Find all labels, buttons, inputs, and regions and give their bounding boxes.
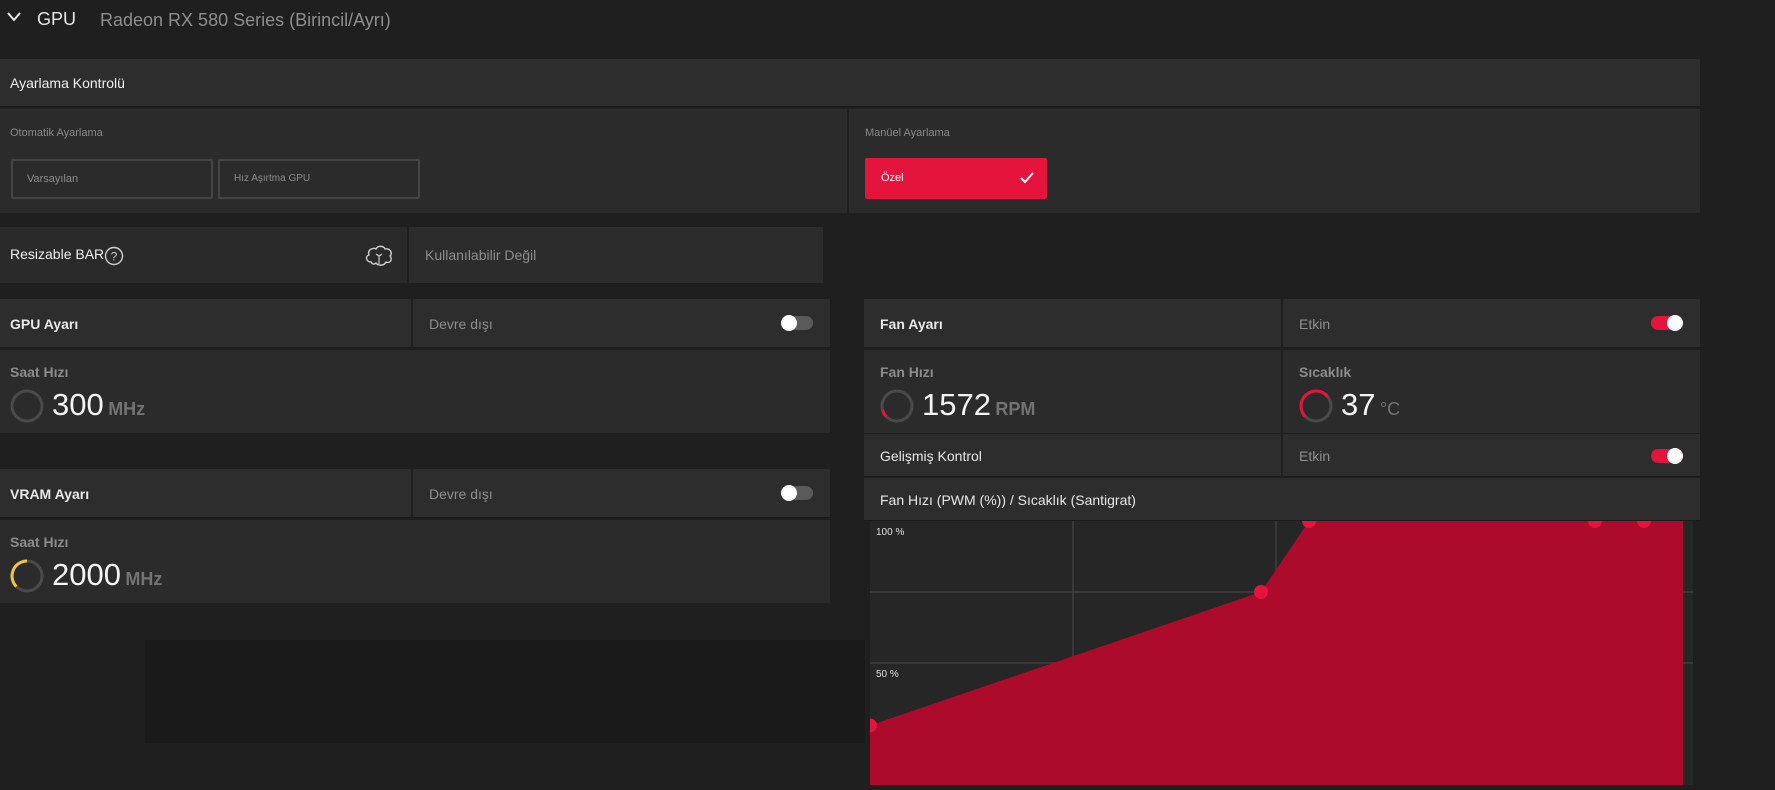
temperature-readout: 37 °C: [1341, 387, 1400, 423]
gpu-clock-readout: 300 MHz: [52, 387, 145, 423]
fan-tuning-state-panel: Etkin: [1283, 299, 1700, 348]
svg-text:?: ?: [111, 250, 118, 264]
temperature-panel: Sıcaklık 37 °C: [1283, 350, 1700, 433]
chevron-down-icon[interactable]: [6, 10, 22, 24]
fan-speed-gauge-icon: [880, 389, 914, 423]
background-overlay: [145, 640, 865, 743]
vram-clock-value: 2000: [52, 557, 121, 592]
fan-curve-chart[interactable]: 100 % 50 %: [863, 514, 1693, 785]
vram-clock-gauge-icon: [10, 559, 44, 593]
fan-curve-header: Fan Hızı (PWM (%)) / Sıcaklık (Santigrat…: [864, 478, 1700, 521]
fan-speed-label: Fan Hızı: [880, 364, 934, 380]
custom-preset-button[interactable]: Özel: [865, 158, 1047, 199]
temperature-value: 37: [1341, 387, 1376, 422]
gpu-clock-value: 300: [52, 387, 104, 422]
tuning-control-header: Ayarlama Kontrolü: [0, 59, 1700, 107]
gpu-clock-label: Saat Hızı: [10, 364, 69, 380]
fan-tuning-header: Fan Ayarı: [864, 299, 1281, 348]
vram-tuning-header: VRAM Ayarı: [0, 469, 411, 518]
resizable-bar-status: Kullanılabilir Değil: [425, 247, 537, 263]
vram-clock-unit: MHz: [125, 569, 163, 589]
vram-tuning-state: Devre dışı: [429, 486, 493, 502]
fan-speed-readout: 1572 RPM: [922, 387, 1035, 423]
toggle-knob: [781, 315, 797, 331]
toggle-knob: [1667, 448, 1683, 464]
temperature-label: Sıcaklık: [1299, 364, 1352, 380]
tuning-control-title: Ayarlama Kontrolü: [10, 75, 125, 91]
resizable-bar-row: Resizable BAR ?: [0, 227, 407, 283]
gpu-clock-panel: Saat Hızı 300 MHz: [0, 350, 830, 433]
vram-tuning-state-panel: Devre dışı: [413, 469, 830, 518]
section-title: GPU: [37, 9, 77, 29]
gpu-tuning-toggle[interactable]: [781, 315, 813, 331]
manual-tuning-label: Manüel Ayarlama: [865, 127, 950, 139]
gpu-clock-gauge-icon: [10, 389, 44, 423]
vram-tuning-title: VRAM Ayarı: [10, 486, 90, 502]
vram-clock-panel: Saat Hızı 2000 MHz: [0, 520, 830, 603]
auto-tuning-label: Otomatik Ayarlama: [10, 127, 103, 139]
gpu-tuning-state-panel: Devre dışı: [413, 299, 830, 348]
fan-curve-title: Fan Hızı (PWM (%)) / Sıcaklık (Santigrat…: [880, 492, 1136, 508]
auto-tuning-panel: Otomatik Ayarlama Varsayılan Hız Aşırtma…: [0, 109, 847, 213]
gpu-tuning-header: GPU Ayarı: [0, 299, 411, 348]
check-icon: [1020, 172, 1034, 184]
y-tick-50: 50 %: [876, 669, 899, 680]
fan-curve-svg: 100 % 50 %: [863, 514, 1693, 785]
fan-curve-point-2[interactable]: [1254, 585, 1268, 599]
toggle-knob: [1667, 315, 1683, 331]
fan-tuning-title: Fan Ayarı: [880, 316, 943, 332]
gpu-tuning-state: Devre dışı: [429, 316, 493, 332]
brain-icon: [365, 245, 392, 266]
vram-tuning-toggle[interactable]: [781, 485, 813, 501]
preset-overclock-gpu-button[interactable]: Hız Aşırtma GPU: [218, 159, 420, 199]
fan-tuning-toggle[interactable]: [1651, 315, 1683, 331]
temperature-unit: °C: [1379, 399, 1401, 419]
fan-speed-value: 1572: [922, 387, 991, 422]
custom-preset-label: Özel: [881, 172, 904, 184]
temperature-gauge-icon: [1299, 389, 1333, 423]
resizable-bar-status-panel: Kullanılabilir Değil: [409, 227, 823, 283]
help-icon[interactable]: ?: [104, 246, 124, 266]
vram-clock-label: Saat Hızı: [10, 534, 69, 550]
fan-tuning-state: Etkin: [1299, 316, 1331, 332]
vram-clock-readout: 2000 MHz: [52, 557, 162, 593]
advanced-control-state: Etkin: [1299, 448, 1331, 464]
resizable-bar-label: Resizable BAR: [10, 246, 105, 262]
advanced-control-state-panel: Etkin: [1283, 434, 1700, 477]
y-tick-100: 100 %: [876, 527, 904, 538]
advanced-control-row: Gelişmiş Kontrol: [864, 434, 1281, 477]
gpu-tuning-title: GPU Ayarı: [10, 316, 79, 332]
preset-default-button[interactable]: Varsayılan: [11, 159, 213, 199]
toggle-knob: [781, 485, 797, 501]
advanced-control-label: Gelişmiş Kontrol: [880, 448, 982, 464]
fan-speed-panel: Fan Hızı 1572 RPM: [864, 350, 1281, 433]
advanced-control-toggle[interactable]: [1651, 448, 1683, 464]
gpu-clock-unit: MHz: [108, 399, 146, 419]
fan-speed-unit: RPM: [995, 399, 1036, 419]
device-name: Radeon RX 580 Series (Birincil/Ayrı): [100, 10, 391, 30]
